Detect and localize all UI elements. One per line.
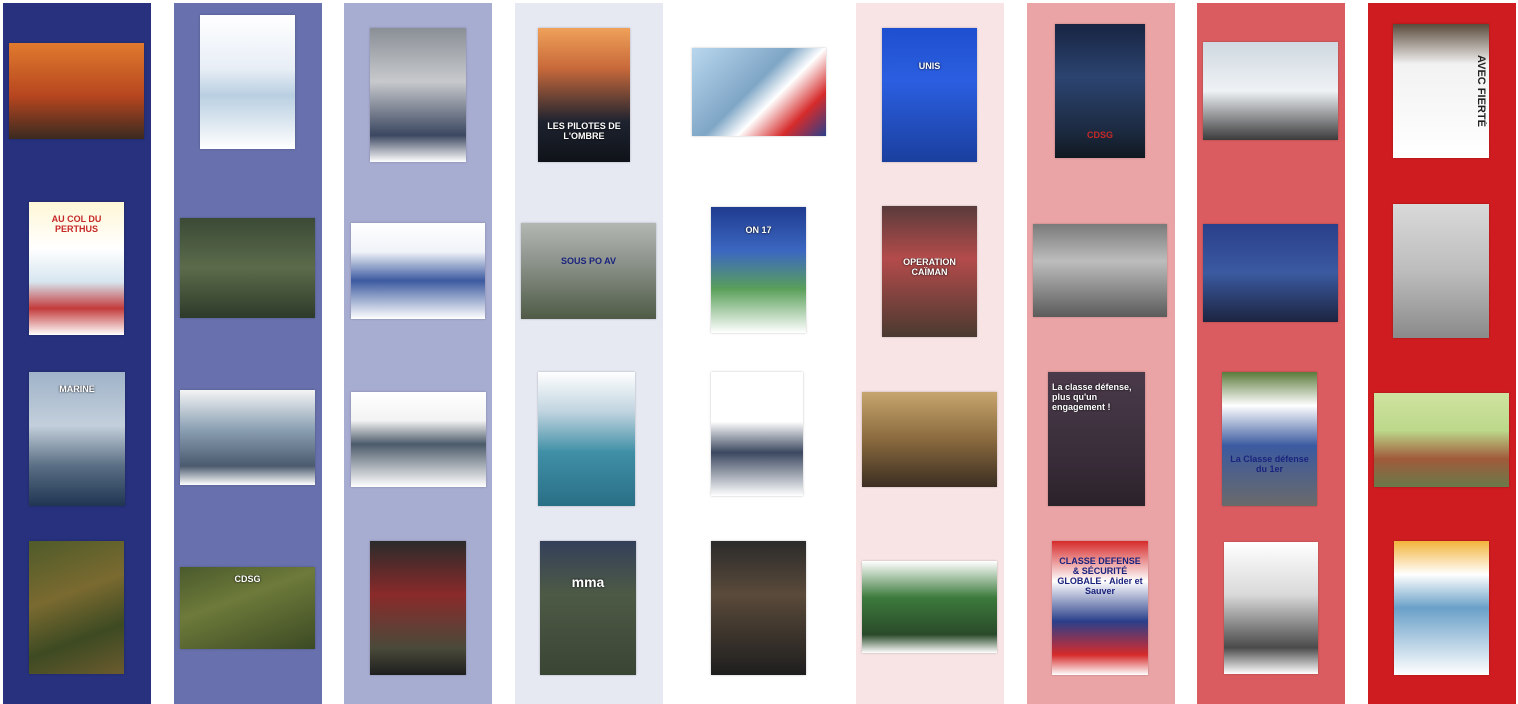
poster-card[interactable]: AVEC FIERTÉ <box>1393 24 1489 158</box>
poster-card[interactable]: OPÉRATION CAÏMAN <box>882 206 977 337</box>
poster-card[interactable] <box>1224 542 1318 674</box>
poster-card[interactable] <box>1203 224 1338 322</box>
poster-card[interactable] <box>1374 393 1509 487</box>
poster-card[interactable]: LES PILOTES DE L'OMBRE <box>538 28 630 162</box>
poster-card[interactable]: MARINE <box>29 372 125 506</box>
poster-card[interactable] <box>180 390 315 485</box>
poster-card[interactable] <box>692 48 826 136</box>
poster-card[interactable] <box>711 372 803 496</box>
poster-card[interactable]: SOUS PO AV <box>521 223 656 319</box>
poster-card[interactable]: CDSG <box>1055 24 1145 158</box>
poster-card[interactable]: La Classe défense du 1er <box>1222 372 1317 506</box>
poster-card[interactable] <box>1393 204 1489 338</box>
poster-card[interactable] <box>351 392 486 487</box>
poster-card[interactable]: UNIS <box>882 28 977 162</box>
poster-card[interactable] <box>1394 541 1489 675</box>
poster-card[interactable] <box>200 15 295 149</box>
poster-card[interactable]: CLASSE DÉFENSE & SÉCURITÉ GLOBALE · Aide… <box>1052 541 1148 675</box>
poster-card[interactable] <box>9 43 144 139</box>
poster-card[interactable] <box>862 392 997 487</box>
poster-card[interactable] <box>1033 224 1167 317</box>
poster-card[interactable]: mma <box>540 541 636 675</box>
poster-card[interactable] <box>370 541 466 675</box>
poster-card[interactable]: CDSG <box>180 567 315 649</box>
poster-card[interactable] <box>862 561 997 653</box>
poster-card[interactable] <box>370 28 466 162</box>
poster-card[interactable] <box>351 223 485 319</box>
poster-card[interactable] <box>29 541 124 674</box>
poster-card[interactable]: AU COL DU PERTHUS <box>29 202 124 335</box>
poster-card[interactable]: ON 17 <box>711 207 806 333</box>
poster-card[interactable]: La classe défense, plus qu'un engagement… <box>1048 372 1145 506</box>
poster-card[interactable] <box>180 218 315 318</box>
poster-card[interactable] <box>711 541 806 675</box>
poster-card[interactable] <box>538 372 635 506</box>
poster-card[interactable] <box>1203 42 1338 140</box>
